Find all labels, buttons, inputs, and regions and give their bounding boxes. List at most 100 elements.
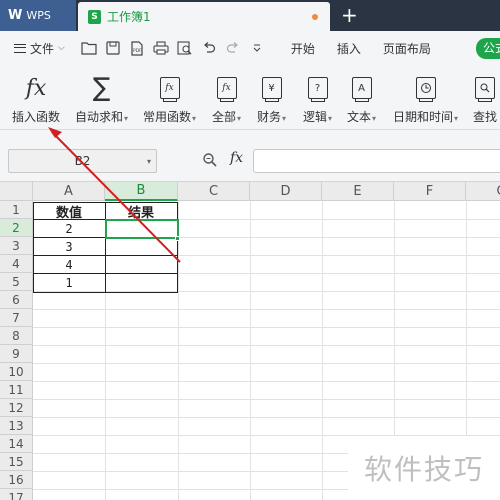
menu-bar: 文件 ⌵ PDF 开始 插入 页面布局 公式 xyxy=(0,31,500,65)
hamburger-icon xyxy=(14,43,26,53)
row-header-8[interactable]: 8 xyxy=(0,327,33,345)
row-header-5[interactable]: 5 xyxy=(0,273,33,291)
all-functions-label: 全部 xyxy=(212,110,237,124)
column-header-a[interactable]: A xyxy=(33,182,105,201)
unsaved-dot-icon xyxy=(312,14,318,20)
logical-label: 逻辑 xyxy=(303,110,328,124)
financial-functions-button[interactable]: ¥ 财务▾ xyxy=(257,73,286,128)
gridline xyxy=(33,345,500,346)
row-header-14[interactable]: 14 xyxy=(0,435,33,453)
chevron-down-icon: ▾ xyxy=(146,156,151,166)
a-book-icon: A xyxy=(351,77,372,102)
gridline xyxy=(178,201,179,500)
financial-label: 财务 xyxy=(257,110,282,124)
customize-toolbar-icon[interactable] xyxy=(249,40,265,56)
cell-a1[interactable]: 数值 xyxy=(33,202,105,221)
cell-a4[interactable]: 4 xyxy=(33,256,105,274)
row-header-4[interactable]: 4 xyxy=(0,255,33,273)
save-icon[interactable] xyxy=(105,40,121,56)
gridline xyxy=(33,363,500,364)
formula-bar: B2 ▾ fx xyxy=(0,130,500,182)
autosum-button[interactable]: ∑ 自动求和▾ xyxy=(75,73,128,128)
tab-bar: W WPS S 工作簿1 + xyxy=(0,0,500,31)
zoom-search-icon[interactable] xyxy=(202,152,218,171)
file-menu-label: 文件 xyxy=(30,41,55,56)
formula-ribbon: fx 插入函数 ∑ 自动求和▾ fx 常用函数▾ fx 全部▾ ¥ 财务▾ ? … xyxy=(0,65,500,130)
fx-icon: fx xyxy=(25,75,47,101)
cell-b1[interactable]: 结果 xyxy=(105,202,177,221)
gridline xyxy=(33,417,500,418)
row-header-16[interactable]: 16 xyxy=(0,471,33,489)
wps-logo-icon: W xyxy=(8,8,22,23)
row-header-9[interactable]: 9 xyxy=(0,345,33,363)
gridline xyxy=(33,381,500,382)
sigma-icon: ∑ xyxy=(92,73,111,103)
text-label: 文本 xyxy=(347,110,372,124)
cell-a5[interactable]: 1 xyxy=(33,274,105,292)
row-header-17[interactable]: 17 xyxy=(0,489,33,500)
app-tab-wps[interactable]: W WPS xyxy=(0,0,76,31)
file-menu-button[interactable]: 文件 ⌵ xyxy=(14,40,65,57)
row-header-13[interactable]: 13 xyxy=(0,417,33,435)
export-pdf-icon[interactable]: PDF xyxy=(129,40,145,56)
active-cell-b2[interactable] xyxy=(105,219,179,239)
column-header-b[interactable]: B xyxy=(105,182,178,201)
column-header-e[interactable]: E xyxy=(322,182,394,201)
datetime-label: 日期和时间 xyxy=(393,110,454,124)
print-icon[interactable] xyxy=(153,40,169,56)
row-header-1[interactable]: 1 xyxy=(0,201,33,219)
datetime-functions-button[interactable]: 日期和时间▾ xyxy=(393,73,458,128)
lookup-functions-button[interactable]: 查找 xyxy=(473,73,497,128)
cell-a2[interactable]: 2 xyxy=(33,220,105,238)
svg-text:PDF: PDF xyxy=(133,48,142,54)
cell-a3[interactable]: 3 xyxy=(33,238,105,256)
new-tab-button[interactable]: + xyxy=(341,3,358,27)
watermark-text: 软件技巧 xyxy=(348,436,500,500)
insert-function-fx-button[interactable]: fx xyxy=(230,150,243,166)
document-tab[interactable]: S 工作簿1 xyxy=(78,2,330,31)
star-fx-icon: fx xyxy=(159,77,180,102)
undo-icon[interactable] xyxy=(201,40,217,56)
row-header-11[interactable]: 11 xyxy=(0,381,33,399)
row-header-12[interactable]: 12 xyxy=(0,399,33,417)
fill-handle[interactable] xyxy=(175,236,180,241)
row-header-3[interactable]: 3 xyxy=(0,237,33,255)
all-functions-button[interactable]: fx 全部▾ xyxy=(212,73,241,128)
search-book-icon xyxy=(475,77,495,102)
yen-book-icon: ¥ xyxy=(261,77,282,102)
text-functions-button[interactable]: A 文本▾ xyxy=(347,73,376,128)
main-menu: 开始 插入 页面布局 xyxy=(291,40,431,57)
chevron-down-icon: ⌵ xyxy=(58,43,65,53)
menu-item-start[interactable]: 开始 xyxy=(291,40,315,57)
common-functions-button[interactable]: fx 常用函数▾ xyxy=(143,73,196,128)
menu-item-insert[interactable]: 插入 xyxy=(337,40,361,57)
open-folder-icon[interactable] xyxy=(81,40,97,56)
insert-function-label: 插入函数 xyxy=(12,110,61,124)
select-all-corner[interactable] xyxy=(0,182,33,201)
row-header-10[interactable]: 10 xyxy=(0,363,33,381)
formula-input[interactable] xyxy=(253,149,500,173)
column-header-c[interactable]: C xyxy=(178,182,250,201)
gridline xyxy=(33,399,500,400)
name-box[interactable]: B2 ▾ xyxy=(8,149,157,173)
logical-functions-button[interactable]: ? 逻辑▾ xyxy=(303,73,332,128)
column-header-d[interactable]: D xyxy=(250,182,322,201)
name-box-value: B2 xyxy=(74,154,91,168)
column-header-f[interactable]: F xyxy=(394,182,466,201)
column-header-g[interactable]: G xyxy=(466,182,500,201)
redo-icon[interactable] xyxy=(225,40,241,56)
row-header-15[interactable]: 15 xyxy=(0,453,33,471)
document-name: 工作簿1 xyxy=(107,10,151,24)
insert-function-button[interactable]: fx 插入函数 xyxy=(12,73,60,128)
row-header-6[interactable]: 6 xyxy=(0,291,33,309)
spreadsheet-icon: S xyxy=(88,9,101,24)
row-header-7[interactable]: 7 xyxy=(0,309,33,327)
menu-item-formulas[interactable]: 公式 xyxy=(476,38,500,59)
question-book-icon: ? xyxy=(307,77,328,102)
print-preview-icon[interactable] xyxy=(177,40,193,56)
gridline xyxy=(33,327,500,328)
menu-item-page-layout[interactable]: 页面布局 xyxy=(383,40,431,57)
quick-access-toolbar: PDF xyxy=(81,40,265,56)
app-name: WPS xyxy=(26,9,51,22)
row-header-2[interactable]: 2 xyxy=(0,219,33,237)
